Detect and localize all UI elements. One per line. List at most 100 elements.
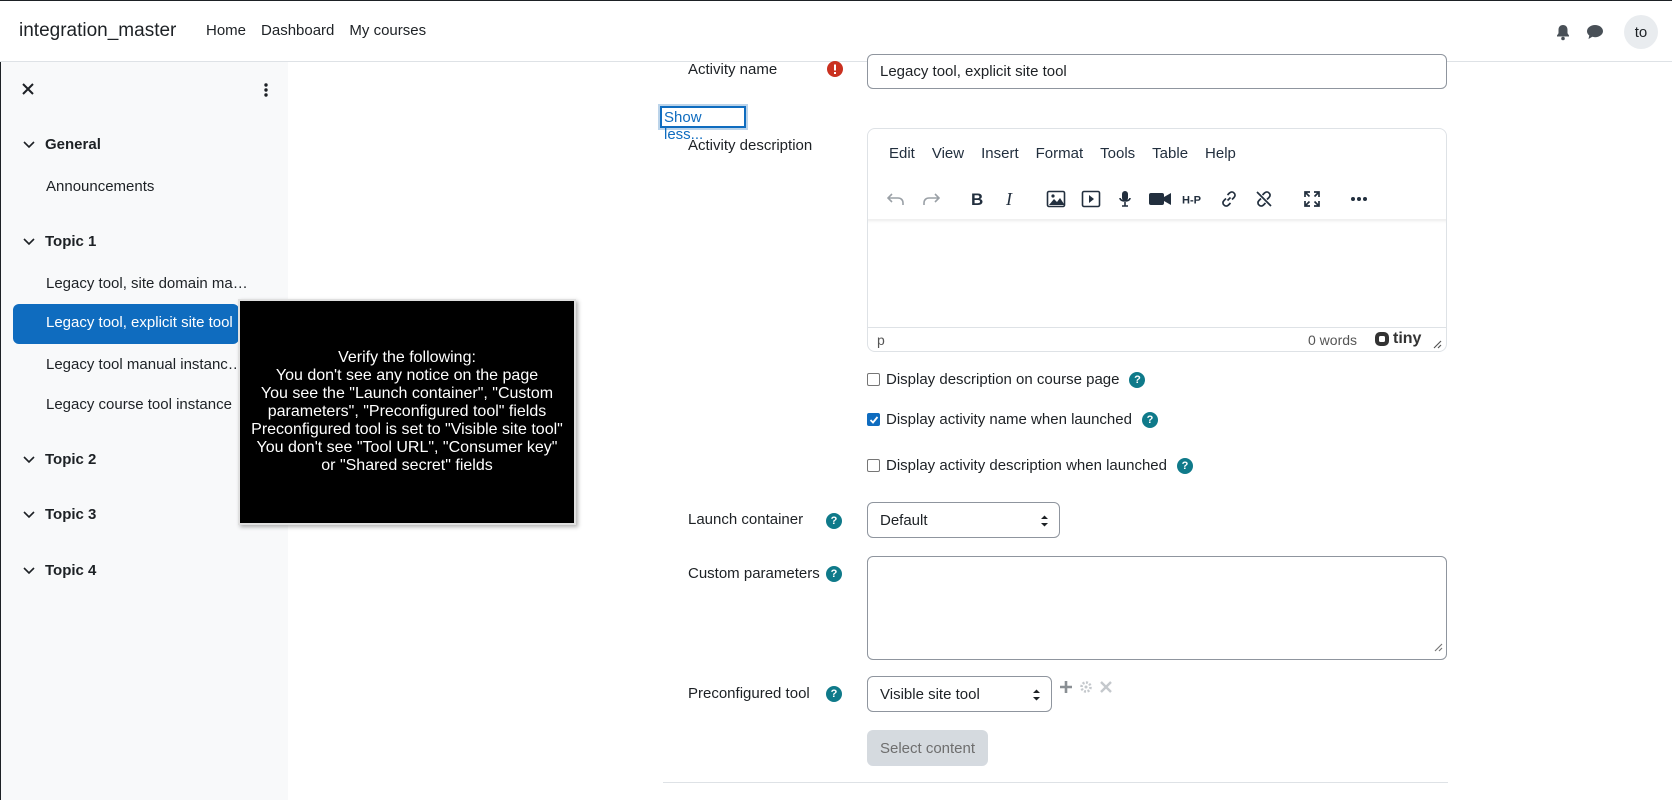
chevron-down-icon [23, 237, 35, 245]
section-topic-4[interactable]: Topic 4 [23, 562, 96, 579]
activity-course-tool-instance[interactable]: Legacy course tool instance [46, 396, 252, 413]
custom-parameters-label: Custom parameters [688, 565, 820, 582]
select-content-button[interactable]: Select content [867, 730, 988, 766]
section-topic-1-title: Topic 1 [45, 233, 97, 250]
checkbox-display-description[interactable]: Display description on course page ? [867, 371, 1146, 388]
message-icon[interactable] [1584, 21, 1606, 43]
required-icon [827, 61, 843, 81]
site-brand[interactable]: integration_master [19, 20, 176, 42]
preconfigured-tool-label: Preconfigured tool [688, 685, 810, 702]
fullscreen-icon[interactable] [1300, 187, 1324, 211]
select-arrows-icon [1032, 688, 1041, 706]
help-icon[interactable]: ? [826, 513, 842, 529]
nav-dashboard[interactable]: Dashboard [261, 22, 334, 39]
help-icon[interactable]: ? [1141, 411, 1158, 428]
user-avatar[interactable]: to [1624, 15, 1658, 49]
show-less-link[interactable]: Show less... [660, 106, 746, 143]
activity-announcements[interactable]: Announcements [46, 178, 252, 195]
help-icon[interactable]: ? [826, 686, 842, 702]
nav-my-courses[interactable]: My courses [349, 22, 426, 39]
section-divider [663, 782, 1448, 783]
launch-container-select[interactable]: Default [867, 502, 1060, 538]
section-general[interactable]: General [23, 136, 101, 153]
help-icon[interactable]: ? [1129, 371, 1146, 388]
instruction-line: Verify the following: [338, 349, 476, 366]
instruction-line: or "Shared secret" fields [321, 457, 493, 474]
microphone-icon[interactable] [1113, 187, 1137, 211]
editor-menubar: Edit View Insert Format Tools Table Help [889, 145, 1253, 162]
menu-edit[interactable]: Edit [889, 145, 915, 162]
tiny-logo-icon [1375, 332, 1389, 346]
checkbox-display-activity-description[interactable]: Display activity description when launch… [867, 457, 1193, 474]
link-icon[interactable] [1217, 187, 1241, 211]
bold-icon[interactable]: B [965, 187, 989, 211]
chevron-down-icon [23, 455, 35, 463]
editor-content-area[interactable] [868, 219, 1446, 327]
redo-icon[interactable] [919, 187, 943, 211]
checkbox-display-activity-description-box[interactable] [867, 459, 880, 472]
primary-navigation: Home Dashboard My courses [206, 22, 441, 39]
menu-table[interactable]: Table [1152, 145, 1188, 162]
menu-view[interactable]: View [932, 145, 964, 162]
delete-tool-icon[interactable] [1099, 680, 1113, 698]
instruction-overlay: Verify the following: You don't see any … [238, 299, 576, 525]
section-topic-3[interactable]: Topic 3 [23, 506, 96, 523]
preconfigured-tool-select[interactable]: Visible site tool [867, 676, 1052, 712]
undo-icon[interactable] [884, 187, 908, 211]
word-count[interactable]: 0 words [1308, 332, 1357, 348]
video-camera-icon[interactable] [1148, 187, 1172, 211]
nav-home[interactable]: Home [206, 22, 246, 39]
checkbox-display-name[interactable]: Display activity name when launched ? [867, 411, 1158, 428]
section-topic-2-label: Topic 2 [45, 451, 97, 468]
activity-site-domain[interactable]: Legacy tool, site domain ma… [46, 275, 252, 292]
gear-icon[interactable] [1079, 680, 1093, 698]
svg-text:I: I [1005, 191, 1013, 207]
image-icon[interactable] [1044, 187, 1068, 211]
chevron-down-icon [23, 566, 35, 574]
activity-name-input[interactable] [867, 54, 1447, 89]
help-icon[interactable]: ? [826, 566, 842, 582]
editor-toolbar: B I H-P [880, 177, 1440, 217]
activity-manual-instance[interactable]: Legacy tool manual instanc… [46, 356, 252, 373]
bell-icon[interactable] [1552, 21, 1574, 43]
activity-explicit-site-tool[interactable]: Legacy tool, explicit site tool [13, 304, 239, 344]
svg-text:B: B [971, 191, 983, 207]
close-icon[interactable] [21, 82, 39, 100]
checkbox-display-activity-description-label: Display activity description when launch… [886, 457, 1167, 474]
activity-description-label: Activity description [688, 137, 813, 154]
section-topic-4-label: Topic 4 [45, 562, 97, 579]
instruction-line: Preconfigured tool is set to "Visible si… [251, 421, 563, 438]
instruction-line: You don't see any notice on the page [275, 367, 539, 384]
select-arrows-icon [1040, 514, 1049, 532]
menu-insert[interactable]: Insert [981, 145, 1019, 162]
h5p-icon[interactable]: H-P [1182, 187, 1206, 211]
more-options-icon[interactable] [1347, 187, 1371, 211]
section-general-label: General [45, 136, 101, 153]
add-tool-icon[interactable] [1059, 680, 1073, 698]
editor-statusbar: p 0 words tiny [868, 327, 1446, 351]
media-icon[interactable] [1079, 187, 1103, 211]
launch-container-label: Launch container [688, 511, 804, 528]
checkbox-display-description-box[interactable] [867, 373, 880, 386]
textarea-resize-icon[interactable] [1433, 639, 1443, 656]
element-path[interactable]: p [877, 332, 885, 348]
checkbox-display-name-box[interactable] [867, 413, 880, 426]
checkbox-display-description-label: Display description on course page [886, 371, 1120, 388]
italic-icon[interactable]: I [999, 187, 1023, 211]
custom-parameters-textarea[interactable] [867, 556, 1447, 660]
menu-tools[interactable]: Tools [1100, 145, 1135, 162]
help-icon[interactable]: ? [1176, 457, 1193, 474]
section-topic-1[interactable]: Topic 1 [23, 233, 96, 250]
menu-help[interactable]: Help [1205, 145, 1236, 162]
instruction-line: parameters", "Preconfigured tool" fields [267, 403, 547, 420]
section-topic-2[interactable]: Topic 2 [23, 451, 96, 468]
checkbox-display-name-label: Display activity name when launched [886, 411, 1132, 428]
menu-format[interactable]: Format [1036, 145, 1084, 162]
preconfigured-tool-value: Visible site tool [880, 686, 980, 703]
resize-handle-icon[interactable] [1432, 336, 1442, 352]
unlink-icon[interactable] [1252, 187, 1276, 211]
tiny-brand[interactable]: tiny [1374, 330, 1421, 348]
instruction-line: You see the "Launch container", "Custom [260, 385, 554, 402]
tiny-label: tiny [1393, 330, 1422, 347]
kebab-menu-icon[interactable] [263, 82, 279, 100]
